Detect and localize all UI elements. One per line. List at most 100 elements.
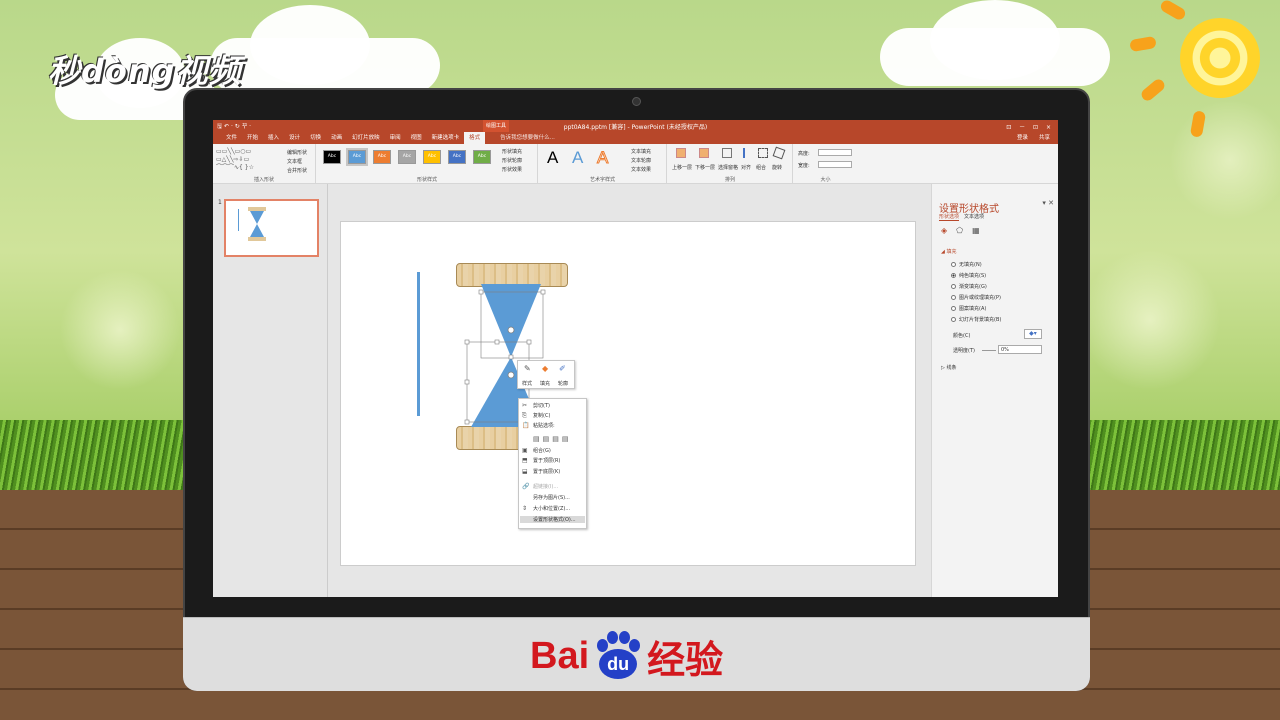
align-button[interactable]: 对齐 [741,164,751,171]
context-menu-item[interactable]: 设置形状格式(O)... [520,516,585,523]
shape-style-swatch[interactable]: Abc [423,150,441,164]
size-properties-icon[interactable]: ▦ [972,226,980,235]
selection-pane-button[interactable]: 选择窗格 [718,164,738,171]
effects-icon[interactable]: ⬠ [956,226,963,235]
outline-icon[interactable]: ✐ [559,364,566,373]
shape-fill-button[interactable]: 形状填充 [502,148,522,155]
bring-forward-button[interactable]: 上移一层 [672,164,692,171]
tab-view[interactable]: 视图 [406,132,427,144]
shape-style-swatch[interactable]: Abc [373,150,391,164]
mini-style-label[interactable]: 样式 [522,380,532,387]
tab-insert[interactable]: 插入 [263,132,284,144]
menu-item-icon: ⇕ [522,505,528,512]
fill-option[interactable]: 图案填充(A) [951,305,986,312]
style-icon[interactable]: ✎ [524,364,531,373]
group-button[interactable]: 组合 [756,164,766,171]
share-button[interactable]: 共享 [1034,132,1058,144]
radio-button[interactable] [951,306,956,311]
edit-shape-button[interactable]: 编辑形状 [287,149,307,156]
drawing-tools-header: 绘图工具 [483,120,509,132]
fill-option[interactable]: 幻灯片背景填充(B) [951,316,1001,323]
width-input[interactable] [818,161,852,168]
transparency-input[interactable]: 0% [998,345,1042,354]
radio-button[interactable] [951,295,956,300]
fill-option[interactable]: 纯色填充(S) [951,272,986,279]
pane-icon-row: ◈ ⬠ ▦ [941,226,980,235]
radio-button[interactable] [951,284,956,289]
fill-option-label: 无填充(N) [959,262,982,268]
shape-style-swatch[interactable]: Abc [346,148,368,166]
group-label-insert-shapes: 插入形状 [253,177,274,183]
send-backward-button[interactable]: 下移一层 [695,164,715,171]
width-label: 宽度: [798,163,810,169]
context-menu-item[interactable]: 复制(C) [533,412,550,419]
tab-text-options[interactable]: 文本选项 [964,213,984,221]
rotate-button[interactable]: 旋转 [772,164,782,171]
context-menu-item[interactable]: 剪切(T) [533,402,550,409]
fill-option[interactable]: 图片或纹理填充(P) [951,294,1001,301]
wordart-style-orange[interactable]: A [596,148,608,168]
context-menu-item[interactable]: 大小和位置(Z)... [533,505,570,512]
fill-option[interactable]: 无填充(N) [951,261,982,268]
login-link[interactable]: 登录 [1012,132,1034,144]
tab-slideshow[interactable]: 幻灯片放映 [347,132,385,144]
tab-design[interactable]: 设计 [284,132,305,144]
top-watermark-logo: 秒dòng视频 [48,52,242,90]
tab-shape-options[interactable]: 形状选项 [939,213,960,221]
tab-format[interactable]: 格式 [464,132,486,144]
tab-transitions[interactable]: 切换 [305,132,326,144]
shape-style-swatch[interactable]: Abc [473,150,491,164]
menu-item-icon: 🔗 [522,483,530,490]
tell-me-search[interactable]: 告诉我您想要做什么... [495,132,560,144]
shape-style-swatch[interactable]: Abc [398,150,416,164]
text-outline-button[interactable]: 文本轮廓 [631,157,651,164]
close-icon[interactable]: ▾ ✕ [1042,199,1054,207]
shape-gallery[interactable]: ▭▭╲╲▭○▭ ▭△╲╲⇨⇩▭ ⌒⌒⌒∿{ }☆ [216,148,278,172]
context-menu-item[interactable]: 粘贴选项: [533,422,555,429]
shape-style-swatch[interactable]: Abc [323,150,341,164]
tab-home[interactable]: 开始 [242,132,263,144]
mini-fill-label[interactable]: 填充 [540,380,550,387]
fill-option-label: 幻灯片背景填充(B) [959,317,1002,323]
fill-section-header[interactable]: ◢ 填充 [941,248,956,255]
radio-button[interactable] [951,317,956,322]
transparency-value: 0% [1001,347,1009,353]
shape-style-swatch[interactable]: Abc [448,150,466,164]
text-fill-button[interactable]: 文本填充 [631,148,651,155]
fill-icon[interactable]: ◆ [542,364,548,373]
title-bar: 🖫 ↶ · ↻ 꾸 · ppt0A84.pptm [兼容] - PowerPoi… [213,120,1058,132]
textbox-button[interactable]: 文本框 [287,158,302,165]
fill-option[interactable]: 渐变填充(G) [951,283,987,290]
wordart-style-black[interactable]: A [547,148,558,168]
height-input[interactable] [818,149,852,156]
shape-effect-button[interactable]: 形状效果 [502,166,522,173]
mini-outline-label[interactable]: 轮廓 [558,380,568,387]
radio-button[interactable] [951,262,956,267]
context-menu-item[interactable]: 组合(G) [533,447,551,454]
context-menu-item[interactable]: 置于顶层(R) [533,457,560,464]
webcam-icon [632,97,641,106]
color-picker-button[interactable]: ◆▾ [1024,329,1042,339]
fill-option-label: 渐变填充(G) [959,284,987,290]
cloud-right-puff [930,0,1060,80]
slide-thumbnail-1[interactable] [224,199,319,257]
sun-icon [1180,18,1260,98]
line-section-header[interactable]: ▷ 线条 [941,364,956,371]
radio-button[interactable] [951,273,956,278]
menu-item-icon: 📋 [522,422,530,429]
text-effect-button[interactable]: 文本效果 [631,166,651,173]
shape-outline-button[interactable]: 形状轮廓 [502,157,522,164]
tab-file[interactable]: 文件 [221,132,242,144]
wordart-style-blue[interactable]: A [572,148,583,168]
merge-shapes-button[interactable]: 合并形状 [287,167,307,174]
tab-animations[interactable]: 动画 [326,132,347,144]
context-menu-item[interactable]: 置于底层(K) [533,468,560,475]
tab-new[interactable]: 新建选项卡 [427,132,465,144]
context-menu-item: 超链接(I)... [533,484,559,490]
fill-line-icon[interactable]: ◈ [941,226,947,235]
transparency-slider[interactable] [982,350,996,351]
slide-canvas[interactable]: ✎ ◆ ✐ 样式 填充 轮廓 ✂ 剪切(T) ⎘ 复制(C) 📋 粘贴选项: ▣ 组合(G) ⬒… [340,221,916,566]
vertical-line-shape[interactable] [417,272,420,416]
tab-review[interactable]: 审阅 [385,132,406,144]
context-menu-item[interactable]: 另存为图片(S)... [533,494,570,501]
